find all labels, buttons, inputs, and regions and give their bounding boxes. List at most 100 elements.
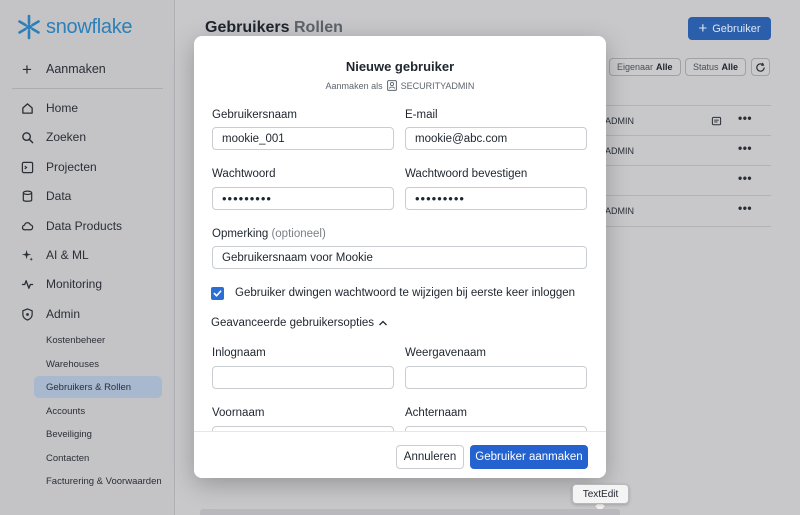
sidebar-item-admin[interactable]: Admin	[20, 303, 165, 325]
user-badge-icon	[386, 80, 397, 91]
chevron-up-icon	[379, 320, 387, 326]
cancel-button[interactable]: Annuleren	[396, 445, 464, 469]
sidebar-subitem-beveiliging[interactable]: Beveiliging	[34, 423, 162, 445]
sidebar-item-data-products[interactable]: Data Products	[20, 215, 165, 237]
table-divider	[596, 105, 771, 106]
password-label: Wachtwoord	[212, 168, 276, 180]
advanced-options-label: Geavanceerde gebruikersopties	[211, 317, 375, 329]
username-field[interactable]: mookie_001	[212, 127, 394, 150]
sidebar-divider	[12, 88, 163, 89]
sidebar-item-ai-ml[interactable]: AI & ML	[20, 244, 165, 266]
new-user-dialog: Nieuwe gebruiker Aanmaken als SECURITYAD…	[194, 36, 606, 478]
sidebar-item-label: Monitoring	[46, 277, 103, 291]
comment-icon[interactable]	[711, 114, 722, 132]
sidebar: snowflake + Aanmaken Home Zoeken Project…	[0, 0, 175, 515]
sidebar-subitem-contacten[interactable]: Contacten	[34, 447, 162, 469]
sidebar-item-label: AI & ML	[46, 248, 89, 262]
refresh-icon	[756, 62, 765, 72]
new-user-button[interactable]: + Gebruiker	[688, 17, 771, 40]
new-user-label: Gebruiker	[712, 22, 761, 35]
comment-field[interactable]: Gebruikersnaam voor Mookie	[212, 246, 587, 269]
sidebar-item-label: Admin	[46, 307, 81, 321]
sidebar-subitem-warehouses[interactable]: Warehouses	[34, 353, 162, 375]
tab-rollen[interactable]: Rollen	[294, 19, 343, 37]
table-divider	[596, 195, 771, 196]
create-button[interactable]: + Aanmaken	[20, 58, 162, 80]
row-menu-icon[interactable]: •••	[738, 111, 752, 125]
sidebar-subitem-accounts[interactable]: Accounts	[34, 400, 162, 422]
table-row[interactable]: ADMIN	[605, 146, 634, 156]
password-field[interactable]: •••••••••	[212, 187, 394, 210]
sidebar-item-data[interactable]: Data	[20, 185, 165, 207]
filter-value: Alle	[656, 62, 673, 72]
tab-gebruikers[interactable]: Gebruikers	[205, 19, 289, 37]
filter-name: Status	[693, 62, 719, 72]
activity-icon	[20, 277, 34, 291]
sidebar-item-label: Zoeken	[46, 130, 87, 144]
row-menu-icon[interactable]: •••	[738, 141, 752, 155]
cloud-icon	[20, 219, 34, 233]
filter-name: Eigenaar	[617, 62, 654, 72]
sidebar-subitem-facturering[interactable]: Facturering & Voorwaarden	[34, 470, 162, 492]
database-icon	[20, 189, 34, 203]
plus-icon: +	[22, 59, 32, 79]
confirm-password-field[interactable]: •••••••••	[405, 187, 587, 210]
sidebar-subitem-kostenbeheer[interactable]: Kostenbeheer	[34, 329, 162, 351]
dialog-footer: Annuleren Gebruiker aanmaken	[194, 431, 606, 478]
sidebar-item-label: Data	[46, 189, 72, 203]
login-name-label: Inlognaam	[212, 347, 266, 359]
snowflake-icon	[18, 14, 40, 40]
comment-label: Opmerking (optioneel)	[212, 228, 326, 240]
sidebar-item-label: Home	[46, 101, 79, 115]
dock	[200, 509, 620, 515]
email-field[interactable]: mookie@abc.com	[405, 127, 587, 150]
sidebar-item-projecten[interactable]: Projecten	[20, 156, 165, 178]
dock-tooltip: TextEdit	[572, 484, 629, 504]
home-icon	[20, 101, 34, 115]
advanced-options-toggle[interactable]: Geavanceerde gebruikersopties	[211, 317, 388, 329]
comment-optional: (optioneel)	[271, 228, 326, 240]
dialog-subtitle: Aanmaken als SECURITYADMIN	[194, 80, 606, 91]
plus-icon: +	[698, 20, 708, 37]
filter-eigenaar[interactable]: Eigenaar Alle	[609, 58, 681, 76]
comment-label-text: Opmerking	[212, 228, 269, 240]
last-name-label: Achternaam	[405, 407, 468, 419]
first-name-label: Voornaam	[212, 407, 265, 419]
table-divider	[596, 226, 771, 227]
shield-icon	[20, 307, 34, 321]
dialog-title: Nieuwe gebruiker	[345, 59, 455, 74]
filter-value: Alle	[721, 62, 739, 72]
table-row[interactable]: ADMIN	[605, 206, 634, 216]
table-divider	[596, 135, 771, 136]
sidebar-subitem-gebruikers-rollen[interactable]: Gebruikers & Rollen	[34, 376, 162, 398]
login-name-field[interactable]	[212, 366, 394, 389]
checkmark-icon	[213, 290, 222, 297]
sidebar-item-zoeken[interactable]: Zoeken	[20, 126, 165, 148]
force-password-label[interactable]: Gebruiker dwingen wachtwoord te wijzigen…	[235, 287, 575, 299]
sidebar-item-monitoring[interactable]: Monitoring	[20, 273, 165, 295]
sidebar-item-home[interactable]: Home	[20, 97, 165, 119]
refresh-button[interactable]	[751, 58, 770, 76]
table-divider	[596, 165, 771, 166]
display-name-field[interactable]	[405, 366, 587, 389]
subtitle-role: SECURITYADMIN	[400, 80, 475, 91]
search-icon	[20, 130, 34, 144]
force-password-checkbox[interactable]	[211, 287, 224, 300]
logo-text: snowflake	[46, 15, 133, 38]
username-label: Gebruikersnaam	[212, 109, 298, 121]
email-label: E-mail	[405, 109, 438, 121]
sidebar-item-label: Projecten	[46, 160, 97, 174]
sidebar-item-label: Data Products	[46, 219, 123, 233]
subtitle-prefix: Aanmaken als	[325, 80, 383, 91]
snowflake-logo[interactable]: snowflake	[16, 14, 133, 40]
filter-status[interactable]: Status Alle	[685, 58, 747, 76]
projects-icon	[20, 160, 34, 174]
confirm-password-label: Wachtwoord bevestigen	[405, 168, 528, 180]
row-menu-icon[interactable]: •••	[738, 171, 752, 185]
display-name-label: Weergavenaam	[405, 347, 486, 359]
sparkle-icon	[20, 248, 34, 262]
create-user-button[interactable]: Gebruiker aanmaken	[470, 445, 588, 469]
table-row[interactable]: ADMIN	[605, 116, 634, 126]
create-label: Aanmaken	[46, 62, 106, 76]
row-menu-icon[interactable]: •••	[738, 201, 752, 215]
